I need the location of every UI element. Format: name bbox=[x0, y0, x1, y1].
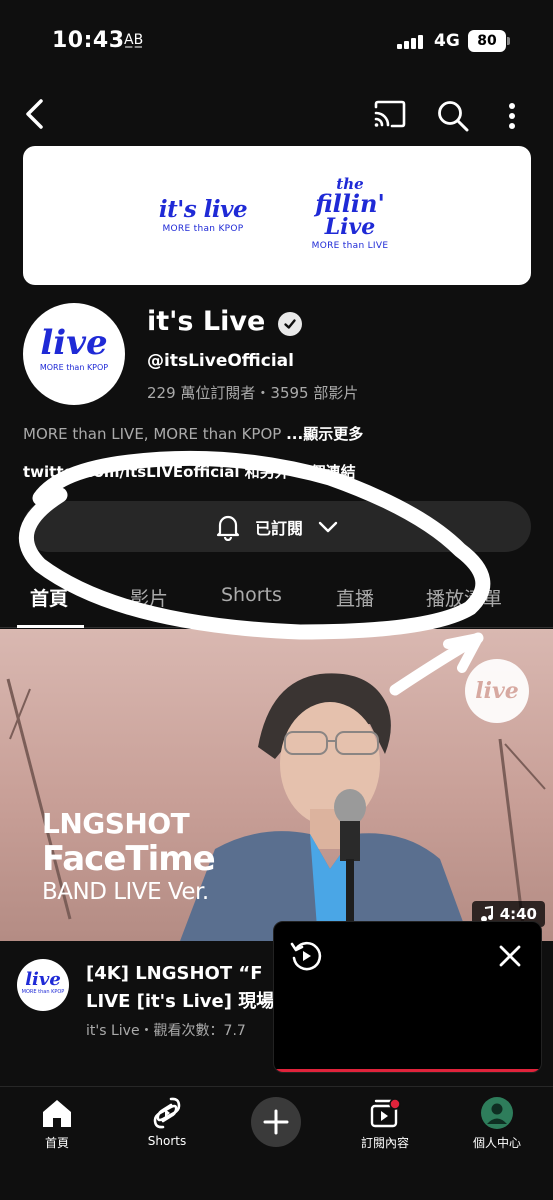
nav-profile-label: 個人中心 bbox=[472, 1136, 521, 1150]
video-avatar-logo: live bbox=[25, 969, 61, 990]
shorts-icon bbox=[153, 1097, 181, 1129]
channel-banner: it's live MORE than KPOP the fillin' Liv… bbox=[23, 146, 531, 285]
nav-home[interactable]: 首頁 bbox=[12, 1095, 102, 1151]
banner-left-sub: MORE than KPOP bbox=[162, 224, 244, 234]
battery-icon: 80 bbox=[468, 30, 510, 52]
subscribed-button[interactable]: 已訂閱 bbox=[23, 501, 531, 552]
avatar-sub: MORE than KPOP bbox=[39, 363, 109, 372]
nav-home-label: 首頁 bbox=[44, 1136, 69, 1150]
thumbnail-title-artist: LNGSHOT bbox=[42, 807, 190, 840]
subscribed-label: 已訂閱 bbox=[254, 518, 303, 538]
banner-left-logo: it's live bbox=[158, 196, 248, 223]
thumbnail-title-song: FaceTime bbox=[42, 839, 216, 879]
banner-right-live: Live bbox=[324, 214, 376, 240]
tab-live[interactable]: 直播 bbox=[336, 584, 374, 611]
network-type: 4G bbox=[434, 31, 460, 51]
channel-avatar[interactable]: live MORE than KPOP bbox=[23, 303, 125, 405]
close-icon bbox=[499, 945, 521, 967]
video-meta: it's Live・觀看次數：7.7 bbox=[86, 1023, 246, 1039]
channel-tabs: 首頁 影片 Shorts 直播 播放清單 bbox=[0, 570, 553, 628]
signal-icon bbox=[397, 33, 427, 49]
video-thumbnail[interactable]: live LNGSHOT FaceTime BAND LIVE Ver. 4:4… bbox=[0, 629, 553, 941]
active-tab-indicator bbox=[17, 625, 84, 628]
channel-handle: @itsLiveOfficial bbox=[147, 351, 294, 371]
channel-description[interactable]: MORE than LIVE, MORE than KPOP ...顯示更多 bbox=[23, 423, 363, 444]
channel-links[interactable]: twitter.com/itsLIVEofficial 和另外 1 個連結 bbox=[23, 461, 356, 482]
status-bar: 10:43 A̲B̲ 4G 80 bbox=[0, 0, 553, 80]
channel-name: it's Live bbox=[147, 306, 266, 337]
create-button[interactable] bbox=[251, 1097, 301, 1147]
search-icon bbox=[438, 101, 469, 132]
close-mini-player-button[interactable] bbox=[492, 938, 528, 974]
video-title-line1: [4K] LNGSHOT “F bbox=[86, 963, 263, 984]
replay-button[interactable] bbox=[288, 938, 324, 974]
description-text: MORE than LIVE, MORE than KPOP bbox=[23, 425, 287, 443]
video-title-line2: LIVE [it's Live] 現場 bbox=[86, 991, 275, 1012]
subscriptions-icon bbox=[370, 1098, 401, 1128]
status-app-badge: A̲B̲ bbox=[124, 32, 144, 48]
chevron-down-icon bbox=[318, 521, 338, 532]
nav-subscriptions-label: 訂閱內容 bbox=[360, 1136, 409, 1150]
banner-logo-fillin-live: the fillin' Live MORE than LIVE bbox=[295, 176, 405, 251]
verified-icon bbox=[278, 312, 302, 336]
back-button[interactable] bbox=[16, 94, 52, 134]
chevron-left-icon bbox=[26, 99, 43, 129]
avatar-logo: live bbox=[40, 323, 108, 363]
bell-icon bbox=[216, 515, 240, 541]
home-icon bbox=[43, 1100, 71, 1127]
nav-shorts-label: Shorts bbox=[147, 1134, 187, 1148]
banner-logo-its-live: it's live MORE than KPOP bbox=[153, 196, 253, 235]
tab-videos[interactable]: 影片 bbox=[130, 584, 168, 611]
tab-playlists[interactable]: 播放清單 bbox=[426, 584, 502, 611]
thumbnail-live-logo: live bbox=[465, 659, 529, 723]
profile-icon bbox=[481, 1097, 513, 1129]
show-more-link[interactable]: ...顯示更多 bbox=[286, 425, 363, 443]
search-button[interactable] bbox=[433, 96, 473, 136]
video-title[interactable]: [4K] LNGSHOT “F LIVE [it's Live] 現場 bbox=[86, 960, 286, 1016]
video-channel-avatar[interactable]: live MORE than KPOP bbox=[17, 959, 69, 1011]
more-options-button[interactable] bbox=[497, 96, 527, 136]
mini-player[interactable] bbox=[273, 921, 542, 1073]
tab-shorts[interactable]: Shorts bbox=[221, 584, 282, 606]
video-avatar-sub: MORE than KPOP bbox=[21, 989, 65, 995]
cast-icon bbox=[374, 100, 406, 128]
nav-shorts[interactable]: Shorts bbox=[122, 1095, 212, 1148]
replay-icon bbox=[290, 941, 322, 971]
more-vert-icon bbox=[509, 103, 515, 129]
thumbnail-title-version: BAND LIVE Ver. bbox=[42, 879, 209, 905]
clock: 10:43 bbox=[52, 28, 125, 53]
cast-button[interactable] bbox=[370, 96, 410, 132]
nav-subscriptions[interactable]: 訂閱內容 bbox=[340, 1095, 430, 1151]
nav-profile[interactable]: 個人中心 bbox=[452, 1095, 542, 1151]
banner-right-fillin: fillin' bbox=[315, 189, 385, 218]
channel-stats: 229 萬位訂閱者・3595 部影片 bbox=[147, 384, 359, 402]
banner-right-sub: MORE than LIVE bbox=[311, 241, 389, 251]
music-note-icon bbox=[480, 906, 493, 922]
mini-player-progress bbox=[274, 1069, 541, 1072]
tab-home[interactable]: 首頁 bbox=[30, 584, 68, 611]
add-icon bbox=[263, 1109, 289, 1135]
bottom-navigation: 首頁 Shorts 訂閱內容 個人中心 bbox=[0, 1086, 553, 1200]
